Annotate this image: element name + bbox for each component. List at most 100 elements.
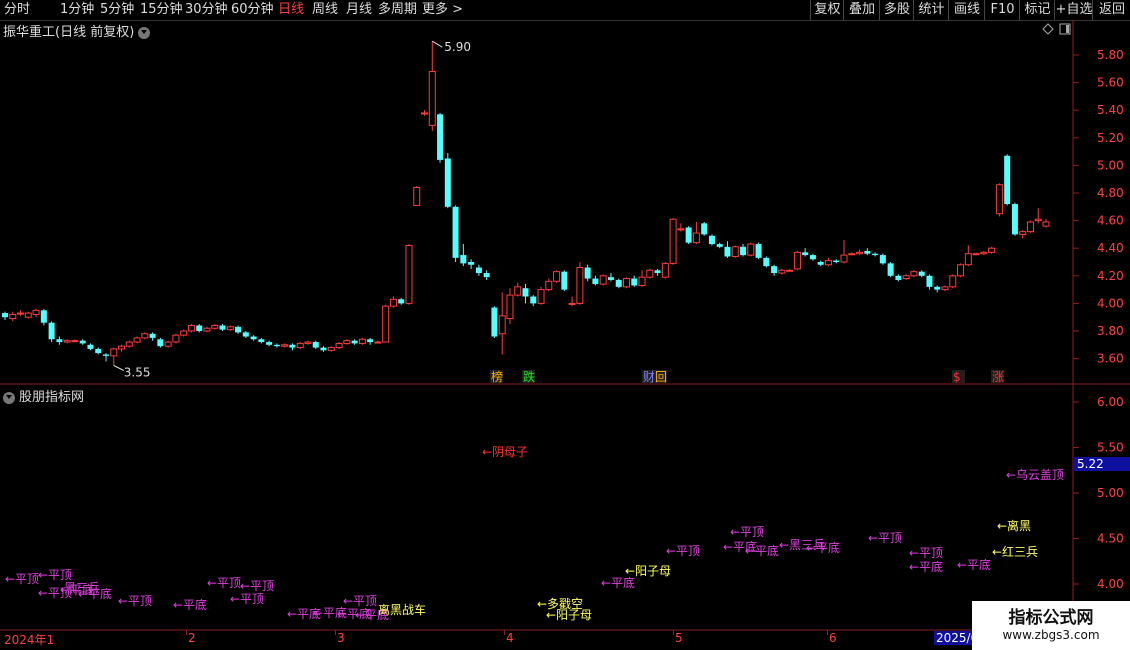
pattern-label: 黑三兵 <box>64 581 100 595</box>
candle-body <box>296 342 304 349</box>
candle-body <box>187 324 195 332</box>
candle-body <box>568 302 576 305</box>
pattern-label: ←平顶 <box>343 594 377 608</box>
candle-body <box>631 278 638 286</box>
pattern-label: ←平顶 <box>730 525 764 539</box>
candle-body <box>312 342 319 348</box>
candle-body <box>382 305 390 343</box>
candle-body <box>343 340 351 344</box>
candle-body <box>755 244 762 258</box>
candle-body <box>110 348 118 357</box>
price-tick-label: 5.80 <box>1097 48 1124 62</box>
candle-body <box>802 252 809 256</box>
candle-body <box>724 246 731 257</box>
candle-body <box>483 273 490 278</box>
candle-body <box>910 271 918 277</box>
candle-body <box>327 347 335 351</box>
diamond-icon[interactable] <box>1042 23 1054 35</box>
candle-body <box>949 275 957 288</box>
candle-body <box>537 289 545 304</box>
candle-body <box>358 338 366 344</box>
pattern-label: ←平顶 <box>868 531 902 545</box>
candle-body <box>638 276 646 286</box>
price-tick-label: 5.40 <box>1097 103 1124 117</box>
candle-body <box>607 277 614 280</box>
candle-body <box>856 251 864 255</box>
price-tick-label: 5.60 <box>1097 76 1124 90</box>
candle-body <box>157 339 164 347</box>
candle-body <box>646 269 654 278</box>
candle-body <box>988 247 996 253</box>
date-axis-label: 6 <box>829 631 837 645</box>
candle-body <box>351 340 358 344</box>
candle-body <box>475 267 482 274</box>
candle-body <box>133 337 141 343</box>
candle-body <box>957 264 965 277</box>
pattern-label: ←平顶 <box>5 572 39 586</box>
event-badge-label: 回 <box>655 370 667 384</box>
candle-body <box>584 267 591 279</box>
candle-body <box>980 251 988 255</box>
candle-body <box>24 312 32 318</box>
candle-body <box>266 342 273 345</box>
candle-body <box>468 262 475 265</box>
event-badge-label: $ <box>953 370 961 384</box>
event-badge-label: 财 <box>643 370 655 384</box>
candle-body <box>405 244 413 304</box>
candle-body <box>226 326 234 331</box>
candle-body <box>289 344 296 348</box>
candle-body <box>281 344 289 347</box>
date-axis: 2024年1 2 3 4 5 6 2025/0 <box>0 630 1073 650</box>
candle-body <box>1019 231 1027 235</box>
price-tick-label: 4.20 <box>1097 269 1124 283</box>
indicator-tick-label: 4.00 <box>1097 577 1124 591</box>
pattern-label: 离黑战车 <box>378 602 426 617</box>
pattern-label: ←平顶 <box>118 594 152 608</box>
candle-body <box>592 278 599 285</box>
candle-body <box>771 266 778 274</box>
candle-body <box>708 235 715 245</box>
candle-body <box>793 251 801 270</box>
candle-body <box>622 278 630 288</box>
candle-body <box>553 271 561 282</box>
candle-body <box>530 296 537 304</box>
date-axis-label: 3 <box>337 631 345 645</box>
candle-body <box>731 246 739 257</box>
candle-body <box>367 339 374 343</box>
pattern-label: ←阴母子 <box>482 445 528 459</box>
high-price-label: 5.90 <box>444 40 471 54</box>
candle-body <box>786 269 794 272</box>
pattern-label: ←平顶 <box>909 546 943 560</box>
chevron-down-icon[interactable] <box>3 391 15 404</box>
candle-body <box>545 280 553 291</box>
candle-body <box>763 257 770 267</box>
candle-body <box>817 262 824 265</box>
candle-body <box>740 246 747 256</box>
candle-body <box>747 243 755 256</box>
candle-body <box>32 309 40 315</box>
candle-body <box>498 315 506 335</box>
candle-body <box>685 227 692 243</box>
price-tick-label: 4.60 <box>1097 214 1124 228</box>
price-tick-label: 5.00 <box>1097 158 1124 172</box>
candle-body <box>211 324 219 329</box>
candle-body <box>514 286 522 296</box>
candle-body <box>879 255 886 264</box>
candle-body <box>460 255 467 264</box>
candle-body <box>701 223 708 235</box>
pattern-label: ←平顶 <box>207 576 241 590</box>
pattern-label: ←平底 <box>745 543 779 558</box>
candle-body <box>934 286 941 290</box>
candle-body <box>918 271 925 276</box>
candle-body <box>491 307 498 337</box>
candle-body <box>273 344 280 347</box>
candle-body <box>864 250 871 254</box>
candle-body <box>995 184 1003 215</box>
candle-body <box>428 71 436 126</box>
candle-body <box>1042 221 1050 227</box>
candle-body <box>87 344 94 349</box>
candle-body <box>2 313 8 318</box>
indicator-tick-label: 4.50 <box>1097 532 1124 546</box>
pattern-label: ←红三兵 <box>992 544 1038 559</box>
watermark: 指标公式网 www.zbgs3.com <box>972 601 1130 650</box>
